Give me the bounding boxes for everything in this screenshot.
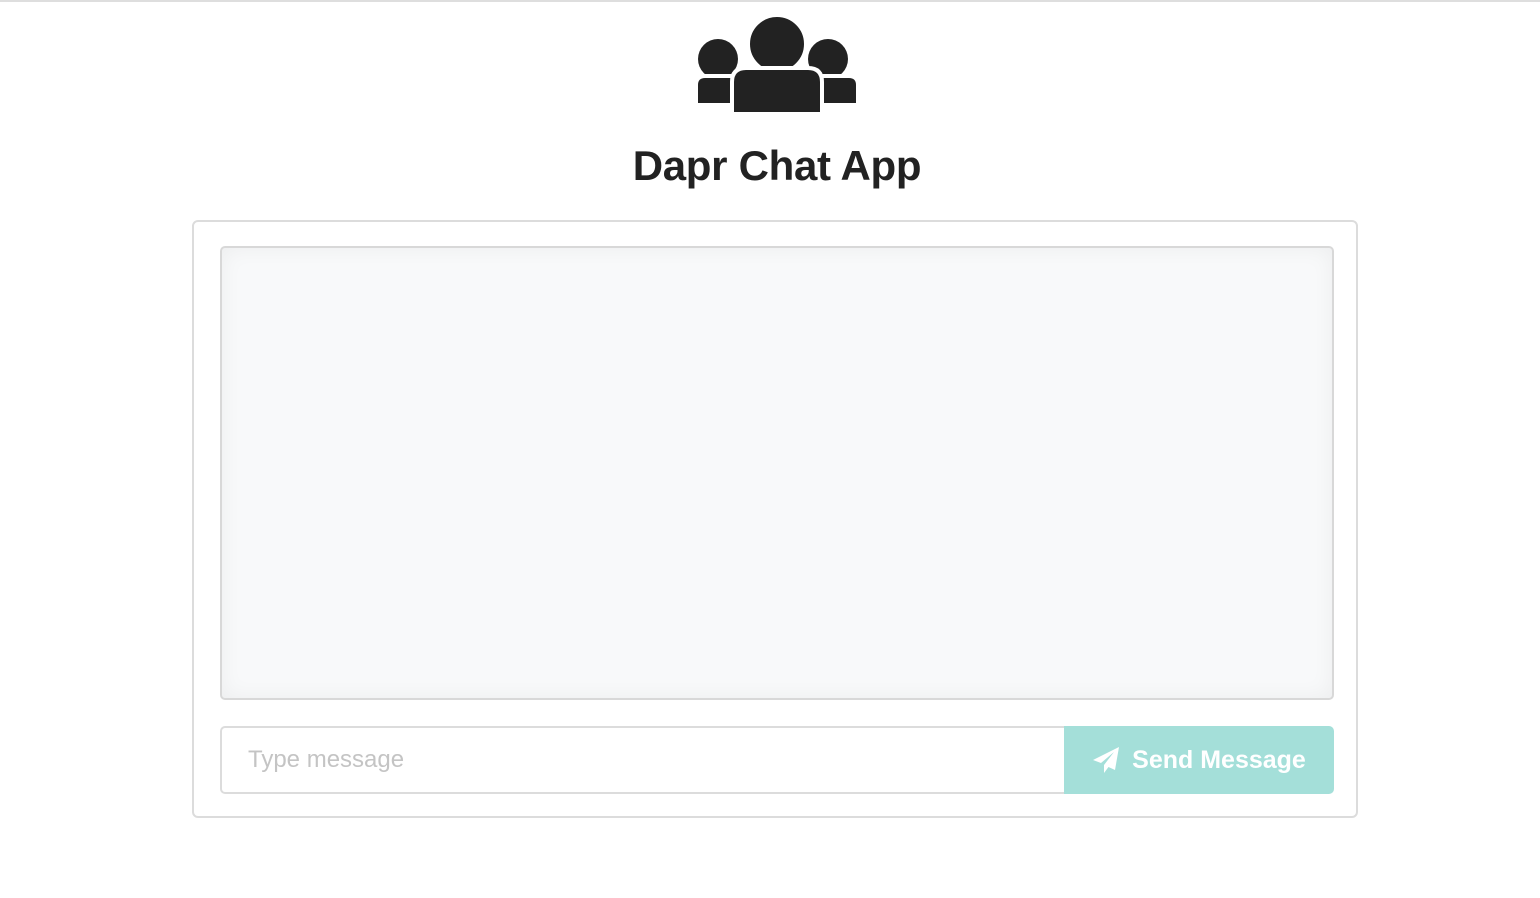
users-icon: [694, 14, 860, 116]
message-input[interactable]: [220, 726, 1066, 794]
send-message-button[interactable]: Send Message: [1064, 726, 1334, 794]
message-list[interactable]: [220, 246, 1334, 700]
paper-plane-icon: [1093, 747, 1120, 773]
composer: Send Message: [220, 726, 1334, 794]
app-header: Dapr Chat App: [0, 0, 1540, 210]
send-button-label: Send Message: [1132, 745, 1306, 774]
page-title: Dapr Chat App: [632, 142, 922, 189]
